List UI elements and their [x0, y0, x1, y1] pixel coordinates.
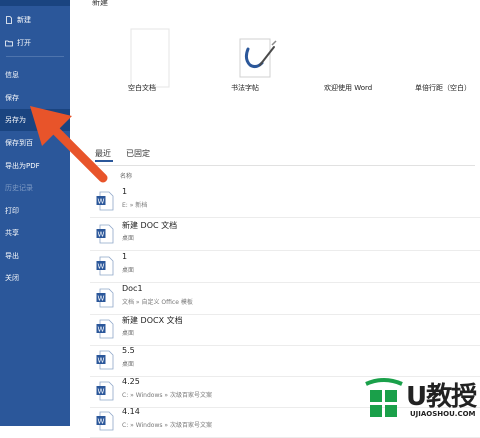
svg-text:W: W: [98, 231, 105, 239]
word-file-icon: W: [96, 224, 114, 244]
list-item[interactable]: W 新建 DOCX 文档 桌面: [90, 313, 480, 346]
sidebar-item-share[interactable]: 共享: [0, 222, 70, 244]
file-name: 5.5: [122, 346, 135, 355]
column-header-name: 名称: [120, 173, 133, 180]
file-name: Doc1: [122, 284, 143, 293]
svg-text:W: W: [98, 198, 105, 206]
file-path: E: » 新档: [122, 202, 148, 209]
template-label: 欢迎使用 Word: [324, 84, 373, 92]
file-path: 桌面: [122, 235, 135, 242]
file-path: 桌面: [122, 330, 135, 337]
sidebar-item-label: 关闭: [5, 274, 19, 282]
new-section-title: 新建: [92, 0, 108, 7]
sidebar-item-label: 导出为PDF: [5, 162, 40, 170]
word-file-icon: W: [96, 350, 114, 370]
tab-active-indicator: [95, 160, 113, 162]
sidebar-item-label: 共享: [5, 229, 19, 237]
sidebar-item-label: 新建: [17, 16, 31, 24]
welcome-document-icon: [330, 28, 370, 88]
sidebar-item-label: 信息: [5, 71, 19, 79]
word-file-icon: W: [96, 381, 114, 401]
sidebar-item-label: 历史记录: [5, 184, 33, 192]
sidebar-item-open[interactable]: 打开: [0, 32, 70, 54]
blank-document-icon: [130, 28, 170, 88]
sidebar-item-export[interactable]: 导出: [0, 245, 70, 267]
svg-text:W: W: [98, 295, 105, 303]
list-item[interactable]: W 1 桌面: [90, 250, 480, 283]
file-name: 1: [122, 187, 128, 196]
sidebar-item-save-as[interactable]: 另存为: [0, 109, 70, 131]
template-label: 书法字帖: [231, 84, 259, 92]
sidebar-item-close[interactable]: 关闭: [0, 267, 70, 289]
sidebar-item-export-pdf[interactable]: 导出为PDF: [0, 155, 70, 177]
backstage-main: 新建 空白文档 书法字帖 欢迎使用 Word 单倍行距（空白） 最近 已固定 名…: [70, 0, 480, 438]
word-template-icon: W: [96, 288, 114, 308]
sidebar-item-label: 导出: [5, 252, 19, 260]
svg-text:W: W: [98, 326, 105, 334]
sidebar-item-label: 保存到百: [5, 139, 33, 147]
sidebar-item-label: 另存为: [5, 116, 26, 124]
sidebar-item-info[interactable]: 信息: [0, 64, 70, 86]
word-file-icon: W: [96, 256, 114, 276]
word-file-icon: W: [96, 411, 114, 431]
sidebar-item-save-to-baidu[interactable]: 保存到百: [0, 132, 70, 154]
svg-text:W: W: [98, 357, 105, 365]
template-label: 空白文档: [128, 84, 156, 92]
list-item[interactable]: W 新建 DOC 文档 桌面: [90, 218, 480, 251]
template-label: 单倍行距（空白）: [415, 84, 471, 92]
sidebar-top-item[interactable]: [0, 0, 70, 6]
sidebar-divider: [6, 56, 64, 57]
list-item[interactable]: W 1 E: » 新档: [90, 185, 480, 218]
svg-text:W: W: [98, 263, 105, 271]
file-name: 1: [122, 252, 128, 261]
list-item[interactable]: W Doc1 文档 » 自定义 Office 模板: [90, 282, 480, 315]
svg-text:W: W: [98, 388, 105, 396]
sidebar-item-new[interactable]: 新建: [0, 9, 70, 31]
watermark-url: UJIAOSHOU.COM: [410, 410, 476, 418]
sidebar-item-print[interactable]: 打印: [0, 200, 70, 222]
file-name: 4.14: [122, 407, 140, 416]
file-path: 桌面: [122, 267, 135, 274]
file-name: 4.25: [122, 377, 140, 386]
tab-pinned[interactable]: 已固定: [126, 148, 150, 159]
word-file-icon: W: [96, 319, 114, 339]
backstage-sidebar: 新建 打开 信息 保存 另存为 保存到百 导出为PDF 历史记录 打印 共享 导…: [0, 0, 70, 426]
calligraphy-icon: [239, 38, 277, 78]
watermark-brand: U教授: [406, 382, 477, 412]
sidebar-item-save[interactable]: 保存: [0, 87, 70, 109]
sidebar-item-label: 打开: [17, 39, 31, 47]
word-file-icon: W: [96, 191, 114, 211]
file-path: 文档 » 自定义 Office 模板: [122, 299, 193, 306]
header-divider: [90, 165, 475, 166]
single-spacing-icon: [420, 28, 460, 88]
list-item[interactable]: W 5.5 桌面: [90, 344, 480, 377]
file-name: 新建 DOC 文档: [122, 221, 178, 230]
folder-open-icon: [5, 39, 13, 47]
file-path: 桌面: [122, 361, 135, 368]
sidebar-item-history: 历史记录: [0, 177, 70, 199]
file-name: 新建 DOCX 文档: [122, 316, 183, 325]
sidebar-item-label: 保存: [5, 94, 19, 102]
svg-text:W: W: [98, 418, 105, 426]
windows-logo-icon: [365, 378, 403, 417]
new-document-icon: [5, 16, 13, 24]
tab-recent[interactable]: 最近: [95, 148, 111, 159]
file-path: C: » Windows » 次级百家号文案: [122, 422, 212, 429]
sidebar-item-label: 打印: [5, 207, 19, 215]
watermark: U教授 UJIAOSHOU.COM: [360, 374, 480, 426]
file-path: C: » Windows » 次级百家号文案: [122, 392, 212, 399]
